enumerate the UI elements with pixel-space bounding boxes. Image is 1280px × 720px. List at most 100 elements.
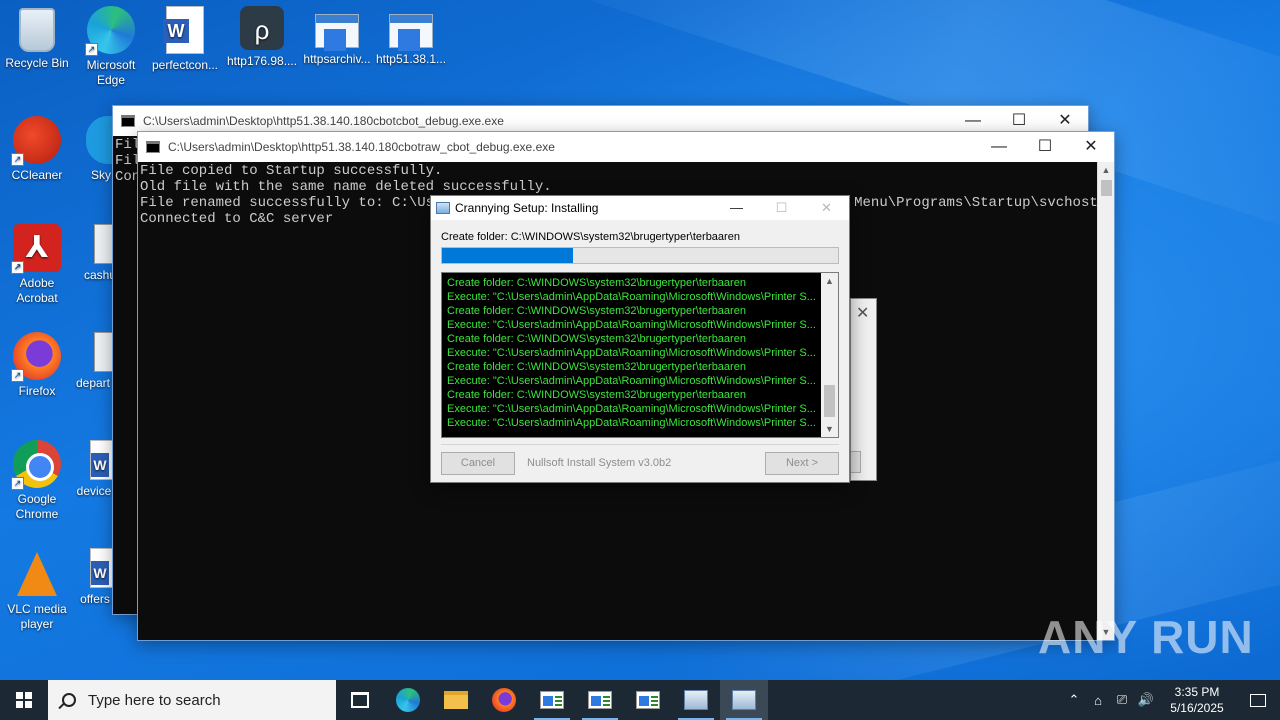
- desktop-icon-label: Recycle Bin: [5, 56, 69, 70]
- console-front-titlebar[interactable]: C:\Users\admin\Desktop\http51.38.140.180…: [138, 132, 1114, 162]
- taskbar-console-2[interactable]: [576, 680, 624, 720]
- log-scrollbar[interactable]: ▲ ▼: [821, 273, 838, 437]
- next-button[interactable]: Next >: [765, 452, 839, 475]
- desktop-icon-ccleaner[interactable]: ↗ CCleaner: [0, 116, 74, 183]
- chevron-up-icon[interactable]: ⌃: [1062, 692, 1086, 708]
- console-scrollbar[interactable]: ▲ ▼: [1097, 162, 1114, 640]
- console-icon: [146, 141, 160, 153]
- desktop-icon-offers[interactable]: W offers: [78, 548, 112, 607]
- log-line: Execute: "C:\Users\admin\AppData\Roaming…: [447, 291, 816, 303]
- log-line: Execute: "C:\Users\admin\AppData\Roaming…: [447, 347, 816, 359]
- edge-icon: [396, 688, 420, 712]
- notification-button[interactable]: [1236, 680, 1280, 720]
- install-log[interactable]: Create folder: C:\WINDOWS\system32\bruge…: [441, 272, 839, 438]
- background-dialog[interactable]: ✕: [850, 298, 877, 481]
- console-line: Old file with the same name deleted succ…: [140, 179, 552, 195]
- device-icon[interactable]: ⌂: [1086, 693, 1110, 708]
- desktop-icon-label: cashu: [84, 268, 114, 282]
- install-status-text: Create folder: C:\WINDOWS\system32\bruge…: [441, 231, 740, 243]
- close-button[interactable]: ✕: [1068, 132, 1114, 162]
- vlc-icon: [17, 552, 57, 596]
- search-placeholder: Type here to search: [88, 691, 221, 709]
- console-line: File copied to Startup successfully.: [140, 163, 443, 179]
- minimize-button[interactable]: —: [714, 196, 759, 220]
- install-progress-bar: [441, 247, 839, 264]
- chrome-icon: ↗: [11, 440, 61, 490]
- desktop-icon-label: device: [76, 484, 112, 498]
- maximize-button: ☐: [775, 200, 788, 215]
- log-line: Create folder: C:\WINDOWS\system32\bruge…: [447, 305, 746, 317]
- desktop-icon-acrobat[interactable]: ⅄ ↗ Adobe Acrobat: [0, 224, 74, 306]
- desktop-icon-device[interactable]: W device: [76, 440, 112, 499]
- desktop-icon-label: http176.98....: [226, 54, 298, 68]
- installer-titlebar[interactable]: Crannying Setup: Installing — ☐ ✕: [431, 196, 849, 220]
- installer-icon: [732, 690, 756, 710]
- log-line: Execute: "C:\Users\admin\AppData\Roaming…: [447, 375, 816, 387]
- desktop-icon-edge[interactable]: ↗ Microsoft Edge: [74, 6, 148, 88]
- network-icon[interactable]: ⎚: [1110, 692, 1134, 708]
- taskbar-firefox[interactable]: [480, 680, 528, 720]
- log-line: Execute: "C:\Users\admin\AppData\Roaming…: [447, 403, 816, 415]
- desktop-icon-perfectcon[interactable]: W perfectcon...: [148, 6, 222, 73]
- taskbar-installer-2[interactable]: [720, 680, 768, 720]
- clock[interactable]: 3:35 PM 5/16/2025: [1158, 684, 1236, 716]
- minimize-button[interactable]: —: [976, 132, 1022, 162]
- installer-dialog[interactable]: Crannying Setup: Installing — ☐ ✕ Create…: [430, 195, 850, 483]
- log-line: Create folder: C:\WINDOWS\system32\bruge…: [447, 277, 746, 289]
- recycle-bin-icon: [19, 8, 55, 52]
- word-doc-icon: W: [90, 440, 112, 480]
- word-doc-icon: W: [90, 548, 112, 588]
- desktop-icon-chrome[interactable]: ↗ Google Chrome: [0, 440, 74, 522]
- task-view-icon: [351, 692, 369, 708]
- desktop-icon-recycle-bin[interactable]: Recycle Bin: [0, 6, 74, 71]
- scroll-down-arrow[interactable]: ▼: [821, 421, 838, 437]
- word-doc-icon: W: [163, 6, 204, 54]
- window-app-icon: [540, 691, 564, 709]
- taskbar-edge[interactable]: [384, 680, 432, 720]
- window-app-icon: [588, 691, 612, 709]
- dialog-button-edge[interactable]: [851, 451, 861, 473]
- console-back-title: C:\Users\admin\Desktop\http51.38.140.180…: [143, 114, 504, 128]
- desktop-icon-httpsarchiv[interactable]: httpsarchiv...: [300, 6, 374, 67]
- divider: [441, 444, 839, 445]
- search-box[interactable]: Type here to search: [48, 680, 336, 720]
- search-icon: [62, 693, 76, 707]
- cancel-button[interactable]: Cancel: [441, 452, 515, 475]
- scroll-up-arrow[interactable]: ▲: [1098, 162, 1114, 178]
- desktop-icon-label: Adobe Acrobat: [16, 276, 58, 305]
- desktop-icon-http176[interactable]: ρ http176.98....: [225, 6, 299, 69]
- acrobat-icon: ⅄ ↗: [11, 224, 61, 274]
- desktop-icon-label: Google Chrome: [15, 492, 59, 521]
- console-icon: [121, 115, 135, 127]
- desktop-icon-label: offers: [80, 592, 110, 606]
- desktop-icon-label: Firefox: [18, 384, 56, 398]
- taskbar-installer-1[interactable]: [672, 680, 720, 720]
- desktop-icon-label: perfectcon...: [151, 58, 219, 72]
- image-file-icon: [94, 332, 112, 372]
- firefox-icon: [492, 688, 516, 712]
- task-view-button[interactable]: [336, 680, 384, 720]
- taskbar-app[interactable]: [624, 680, 672, 720]
- desktop-icon-vlc[interactable]: VLC media player: [0, 548, 74, 632]
- console-front-title: C:\Users\admin\Desktop\http51.38.140.180…: [168, 140, 555, 154]
- maximize-button[interactable]: ☐: [1022, 132, 1068, 162]
- taskbar-console-1[interactable]: [528, 680, 576, 720]
- taskbar-file-explorer[interactable]: [432, 680, 480, 720]
- desktop-icon-depart[interactable]: depart: [74, 332, 112, 391]
- desktop-icon-label: Microsoft Edge: [86, 58, 136, 87]
- desktop-icon-cashu[interactable]: cashu: [84, 224, 114, 283]
- close-button: ✕: [821, 200, 832, 215]
- scroll-thumb[interactable]: [824, 385, 835, 417]
- scroll-up-arrow[interactable]: ▲: [821, 273, 838, 289]
- scroll-thumb[interactable]: [1101, 180, 1112, 196]
- close-icon[interactable]: ✕: [856, 303, 869, 323]
- window-app-icon: [315, 14, 359, 51]
- window-app-icon: [389, 14, 433, 51]
- windows-logo-icon: [16, 692, 32, 708]
- window-app-icon: [636, 691, 660, 709]
- desktop-icon-http51[interactable]: http51.38.1...: [374, 6, 448, 67]
- volume-icon[interactable]: 🔊: [1134, 692, 1158, 708]
- start-button[interactable]: [0, 680, 48, 720]
- desktop-icon-firefox[interactable]: ↗ Firefox: [0, 332, 74, 399]
- ccleaner-icon: ↗: [11, 116, 61, 166]
